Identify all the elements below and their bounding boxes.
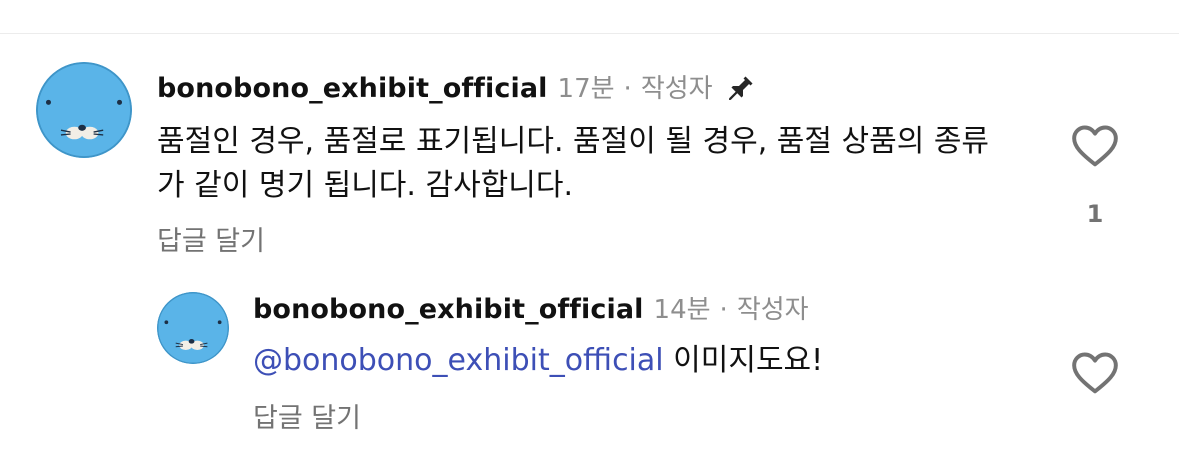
bonobono-avatar-image [36,62,132,158]
reply-body: @bonobono_exhibit_official 이미지도요! [253,339,823,383]
comment-header: bonobono_exhibit_official 17분 · 작성자 [157,71,757,107]
reply-author-badge: 작성자 [736,295,809,325]
author-badge: 작성자 [640,74,713,104]
separator-dot: · [623,74,632,104]
like-button[interactable] [1070,122,1120,168]
reply-to-reply-button[interactable]: 답글 달기 [253,401,361,437]
bonobono-avatar-image [157,292,229,364]
username[interactable]: bonobono_exhibit_official [157,71,548,107]
avatar[interactable] [36,62,132,158]
reply-body-text: 이미지도요! [663,343,824,378]
reply-header: bonobono_exhibit_official 14분 · 작성자 [253,292,809,328]
like-count: 1 [1086,200,1104,228]
pin-icon [723,72,757,106]
separator-dot: · [719,295,728,325]
reply-button[interactable]: 답글 달기 [157,224,265,260]
timestamp: 17분 [557,74,615,104]
reply-timestamp: 14분 [653,295,711,325]
reply-like-button[interactable] [1070,349,1120,395]
comment-body: 품절인 경우, 품절로 표기됩니다. 품절이 될 경우, 품절 상품의 종류가 … [157,124,990,203]
heart-outline-icon [1072,125,1118,167]
reply-username[interactable]: bonobono_exhibit_official [253,292,644,328]
top-divider [0,33,1179,34]
heart-outline-icon [1072,352,1118,394]
mention-link[interactable]: @bonobono_exhibit_official [253,343,664,378]
reply-avatar[interactable] [157,292,229,364]
